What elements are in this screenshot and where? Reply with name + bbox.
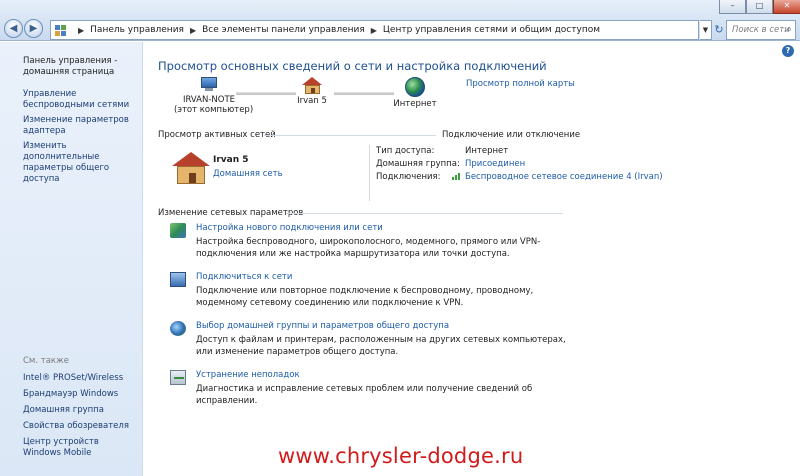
task-new-connection-link[interactable]: Настройка нового подключения или сети (196, 223, 383, 233)
home-network-icon (172, 152, 210, 184)
globe-icon (405, 77, 425, 97)
computer-name: IRVAN-NOTE (182, 95, 236, 105)
task-connect-desc: Подключение или повторное подключение к … (196, 286, 534, 308)
sidebar-link-mobile[interactable]: Центр устройств Windows Mobile (23, 437, 138, 459)
map-internet: Интернет (390, 77, 440, 109)
access-type-value: Интернет (465, 146, 509, 156)
task-new-connection-desc: Настройка беспроводного, широкополосного… (196, 237, 541, 259)
address-bar[interactable]: ▶ Панель управления ▶ Все элементы панел… (50, 20, 699, 40)
network-type-link[interactable]: Домашняя сеть (213, 169, 283, 179)
forward-button[interactable]: ▶ (24, 19, 43, 38)
refresh-icon[interactable]: ↻ (711, 21, 727, 39)
active-network-name: Irvan 5 (213, 155, 249, 165)
connection-entry: Беспроводное сетевое соединение 4 (Irvan… (452, 172, 663, 183)
network-setup-icon (170, 223, 186, 238)
breadcrumb-separator[interactable]: ▶ (78, 26, 84, 35)
map-network: Irvan 5 (290, 77, 334, 106)
sidebar-link-browser[interactable]: Свойства обозревателя (23, 421, 138, 432)
sidebar-link-firewall[interactable]: Брандмауэр Windows (23, 389, 138, 400)
watermark-text: www.chrysler-dodge.ru (278, 444, 524, 468)
task-connect-link[interactable]: Подключиться к сети (196, 272, 292, 282)
control-panel-icon (55, 24, 66, 36)
task-troubleshoot-link[interactable]: Устранение неполадок (196, 370, 300, 380)
maximize-button[interactable]: □ (746, 0, 773, 14)
page-title: Просмотр основных сведений о сети и наст… (158, 59, 547, 73)
breadcrumb-all-items[interactable]: Все элементы панели управления (202, 25, 365, 35)
search-input[interactable]: Поиск в сети ⌕ (726, 20, 796, 40)
back-button[interactable]: ◀ (4, 19, 23, 38)
computer-icon (199, 77, 219, 93)
section-divider (286, 213, 563, 214)
network-name: Irvan 5 (297, 96, 327, 106)
homegroup-link[interactable]: Присоединен (465, 159, 525, 170)
change-settings-heading: Изменение сетевых параметров (158, 208, 304, 218)
window-controls: – □ ✕ (719, 0, 800, 14)
connection-link[interactable]: Беспроводное сетевое соединение 4 (Irvan… (465, 172, 663, 182)
homegroup-label: Домашняя группа: (376, 159, 460, 169)
help-icon[interactable]: ? (782, 45, 794, 57)
troubleshoot-icon (170, 370, 186, 385)
search-icon[interactable]: ⌕ (786, 21, 792, 39)
map-computer: IRVAN-NOTE (этот компьютер) (174, 77, 254, 115)
sidebar-link-home[interactable]: Панель управления - домашняя страница (23, 56, 138, 78)
see-also-heading: См. также (23, 356, 69, 366)
breadcrumb-network-center[interactable]: Центр управления сетями и общим доступом (383, 25, 600, 35)
access-type-label: Тип доступа: (376, 146, 435, 156)
task-troubleshoot-desc: Диагностика и исправление сетевых пробле… (196, 384, 533, 406)
task-homegroup-desc: Доступ к файлам и принтерам, расположенн… (196, 335, 566, 357)
sidebar-link-sharing[interactable]: Изменить дополнительные параметры общего… (23, 141, 138, 185)
vertical-divider (369, 145, 370, 201)
sidebar-link-homegroup[interactable]: Домашняя группа (23, 405, 138, 416)
breadcrumb-control-panel[interactable]: Панель управления (90, 25, 184, 35)
main-panel: ? Просмотр основных сведений о сети и на… (144, 42, 800, 476)
homegroup-icon (170, 321, 186, 336)
search-placeholder: Поиск в сети (732, 25, 790, 35)
internet-label: Интернет (393, 99, 437, 109)
computer-note: (этот компьютер) (174, 105, 254, 115)
breadcrumb-separator[interactable]: ▶ (371, 26, 377, 35)
title-bar: ◀ ▶ – □ ✕ ▶ Панель управления ▶ Все элем… (0, 0, 800, 41)
breadcrumb-separator[interactable]: ▶ (190, 26, 196, 35)
wireless-signal-icon (452, 172, 462, 180)
sidebar-link-wireless[interactable]: Управление беспроводными сетями (23, 89, 138, 111)
full-map-link[interactable]: Просмотр полной карты (466, 79, 575, 89)
house-icon (290, 77, 334, 94)
map-connector (236, 92, 296, 95)
active-networks-heading: Просмотр активных сетей (158, 130, 276, 140)
sidebar: Панель управления - домашняя страница Уп… (0, 42, 143, 476)
close-button[interactable]: ✕ (773, 0, 800, 14)
connect-network-icon (170, 272, 186, 287)
section-divider (264, 135, 436, 136)
task-homegroup-link[interactable]: Выбор домашней группы и параметров общег… (196, 321, 449, 331)
sidebar-link-intel[interactable]: Intel® PROSet/Wireless (23, 373, 138, 384)
map-connector (334, 92, 394, 95)
connections-label: Подключения: (376, 172, 441, 182)
sidebar-link-adapter[interactable]: Изменение параметров адаптера (23, 115, 138, 137)
minimize-button[interactable]: – (719, 0, 746, 14)
connect-disconnect-link[interactable]: Подключение или отключение (442, 130, 580, 140)
